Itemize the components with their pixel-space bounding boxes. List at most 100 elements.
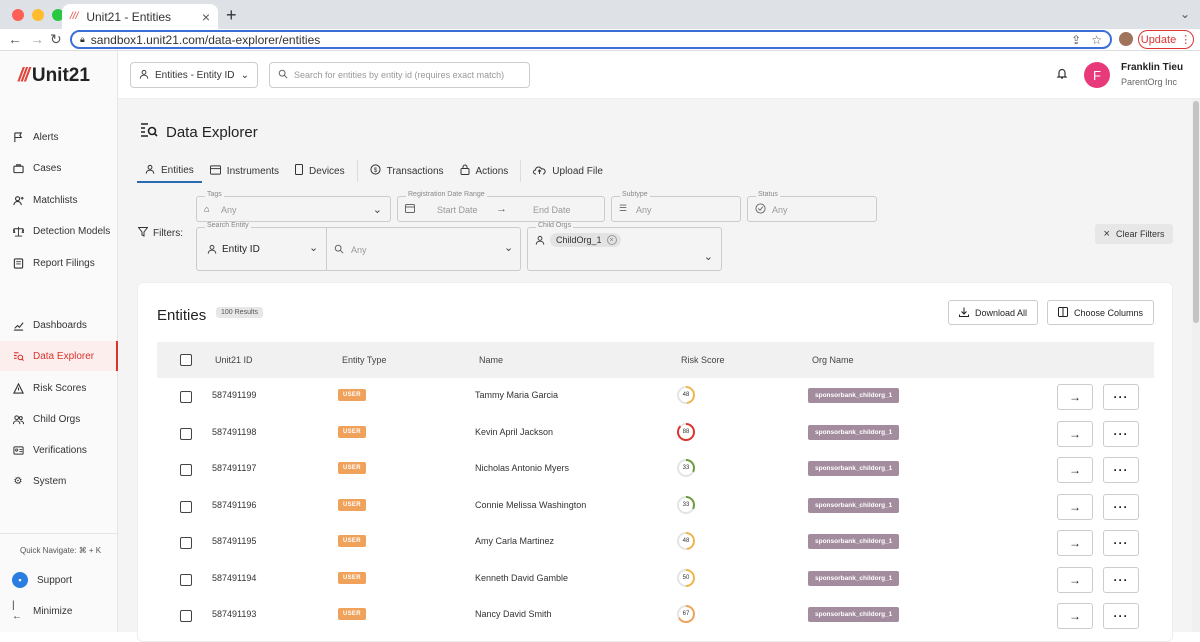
person-plus-icon	[12, 194, 24, 206]
row-checkbox[interactable]	[180, 500, 192, 515]
table-row[interactable]: 587491193 USER Nancy David Smith 67 sponsorb…	[157, 598, 1154, 634]
row-more-button[interactable]: ···	[1103, 603, 1139, 629]
tab-list-chevron-icon[interactable]: ⌄	[1180, 7, 1190, 21]
share-icon[interactable]: ⇪	[1071, 33, 1081, 47]
sidebar-item-child-orgs[interactable]: Child Orgs	[0, 404, 118, 434]
browser-update-button[interactable]: Update ⋮	[1138, 30, 1194, 49]
select-all-checkbox[interactable]	[180, 354, 192, 368]
reload-icon[interactable]: ↻	[50, 31, 62, 48]
end-date-input[interactable]: End Date	[533, 205, 571, 215]
row-checkbox[interactable]	[180, 537, 192, 551]
new-tab-icon[interactable]: +	[226, 5, 237, 26]
back-arrow-icon[interactable]: ←	[8, 31, 22, 47]
sidebar-item-detection-models[interactable]: Detection Models	[0, 216, 118, 246]
address-bar[interactable]: 🔒︎ sandbox1.unit21.com/data-explorer/ent…	[70, 30, 1112, 49]
row-more-button[interactable]: ···	[1103, 420, 1139, 447]
close-window-dot[interactable]	[12, 9, 24, 21]
open-entity-button[interactable]: →	[1057, 384, 1093, 410]
logo-text: Unit21	[31, 65, 90, 86]
profile-avatar[interactable]	[1119, 32, 1133, 46]
minimize-window-dot[interactable]	[32, 9, 44, 21]
tab-transactions[interactable]: $ Transactions	[362, 159, 452, 183]
remove-chip-icon[interactable]: ×	[606, 235, 617, 245]
org-name-badge: sponsorbank_childorg_1	[808, 388, 900, 403]
table-row[interactable]: 587491195 USER Amy Carla Martinez 48 sponsor…	[157, 525, 1154, 561]
clear-filters-button[interactable]: × Clear Filters	[1095, 224, 1173, 244]
column-header-risk[interactable]: Risk Score	[681, 355, 725, 365]
table-row[interactable]: 587491197 USER Nicholas Antonio Myers 33 spo…	[157, 452, 1154, 488]
search-entity-input[interactable]: Any ⌄	[328, 228, 521, 270]
open-entity-button[interactable]: →	[1057, 420, 1093, 447]
table-row[interactable]: 587491196 USER Connie Melissa Washington 33…	[157, 489, 1154, 525]
row-more-button[interactable]: ···	[1103, 530, 1139, 556]
column-header-type[interactable]: Entity Type	[342, 355, 386, 365]
open-entity-button[interactable]: →	[1057, 457, 1093, 483]
open-entity-button[interactable]: →	[1057, 530, 1093, 556]
sidebar-item-system[interactable]: ⚙ System	[0, 466, 118, 496]
sidebar-item-alerts[interactable]: Alerts	[0, 122, 118, 152]
unit21-logo[interactable]: /// Unit21	[18, 65, 90, 87]
sidebar-item-verifications[interactable]: Verifications	[0, 435, 118, 465]
table-row[interactable]: 587491198 USER Kevin April Jackson 88 sponso…	[157, 416, 1154, 452]
registration-date-filter[interactable]: Registration Date Range Start Date → End…	[397, 191, 605, 222]
filters-label-block: Filters:	[137, 227, 183, 240]
sidebar-item-cases[interactable]: Cases	[0, 153, 118, 183]
tab-upload-file[interactable]: Upload File	[525, 159, 611, 183]
row-more-button[interactable]: ···	[1103, 457, 1139, 483]
sidebar-support[interactable]: ▪ Support	[0, 565, 118, 595]
table-row[interactable]: 587491194 USER Kenneth David Gamble 50 spons…	[157, 562, 1154, 598]
search-entity-type-select[interactable]: Entity ID ⌄	[197, 228, 327, 270]
sidebar-minimize[interactable]: |← Minimize	[0, 596, 118, 626]
row-checkbox[interactable]	[180, 610, 192, 624]
column-header-name[interactable]: Name	[479, 355, 503, 365]
open-entity-button[interactable]: →	[1057, 603, 1093, 629]
entity-type-select[interactable]: Entities - Entity ID ⌄	[130, 62, 258, 88]
row-more-button[interactable]: ···	[1103, 493, 1139, 520]
check-circle-icon	[755, 203, 766, 216]
tab-actions[interactable]: Actions	[452, 159, 517, 183]
child-orgs-filter[interactable]: Child Orgs ChildOrg_1 × ⌄	[527, 222, 722, 271]
sidebar-item-label: Child Orgs	[33, 413, 81, 425]
subtype-filter[interactable]: Subtype ☰ Any	[611, 191, 741, 222]
start-date-input[interactable]: Start Date	[437, 205, 478, 215]
more-horizontal-icon: ···	[1113, 499, 1129, 514]
sidebar-item-data-explorer[interactable]: Data Explorer	[0, 341, 118, 371]
sidebar-item-matchlists[interactable]: Matchlists	[0, 185, 118, 215]
choose-columns-button[interactable]: Choose Columns	[1047, 300, 1155, 325]
row-checkbox[interactable]	[180, 391, 192, 405]
open-entity-button[interactable]: →	[1057, 566, 1093, 593]
browser-tab[interactable]: /// Unit21 - Entities ×	[62, 4, 218, 29]
page-scrollbar[interactable]	[1192, 99, 1200, 632]
sidebar-item-label: Report Filings	[33, 257, 95, 269]
tags-filter[interactable]: Tags ⌂ Any ⌄	[196, 191, 391, 222]
row-more-button[interactable]: ···	[1103, 384, 1139, 410]
user-avatar[interactable]: F	[1084, 62, 1110, 88]
sidebar-item-dashboards[interactable]: Dashboards	[0, 310, 118, 340]
close-tab-icon[interactable]: ×	[202, 9, 210, 25]
row-more-button[interactable]: ···	[1103, 566, 1139, 593]
entity-search-input[interactable]: Search for entities by entity id (requir…	[269, 62, 530, 88]
status-filter[interactable]: Status Any	[747, 191, 877, 222]
column-header-org[interactable]: Org Name	[812, 355, 854, 365]
sidebar-item-report-filings[interactable]: Report Filings	[0, 248, 118, 278]
download-all-button[interactable]: Download All	[948, 300, 1039, 325]
row-checkbox[interactable]	[180, 573, 192, 588]
row-checkbox[interactable]	[180, 427, 192, 442]
more-horizontal-icon: ···	[1113, 536, 1129, 550]
notification-bell-icon[interactable]	[1056, 67, 1068, 82]
sidebar-item-risk-scores[interactable]: Risk Scores	[0, 373, 118, 403]
table-row[interactable]: 587491199 USER Tammy Maria Garcia 48 sponsor…	[157, 379, 1154, 415]
child-org-chip[interactable]: ChildOrg_1 ×	[550, 233, 621, 247]
cell-unit21-id: 587491196	[212, 499, 257, 510]
tab-entities[interactable]: Entities	[137, 159, 202, 183]
column-header-id[interactable]: Unit21 ID	[215, 355, 253, 365]
search-entity-placeholder: Any	[351, 245, 367, 255]
tab-instruments[interactable]: Instruments	[202, 159, 287, 183]
row-checkbox[interactable]	[180, 464, 192, 478]
bookmark-star-icon[interactable]: ☆	[1091, 33, 1102, 47]
forward-arrow-icon[interactable]: →	[30, 31, 44, 47]
open-entity-button[interactable]: →	[1057, 493, 1093, 520]
tab-devices[interactable]: Devices	[287, 159, 353, 183]
sidebar-divider	[0, 533, 118, 534]
scrollbar-thumb[interactable]	[1193, 101, 1199, 323]
